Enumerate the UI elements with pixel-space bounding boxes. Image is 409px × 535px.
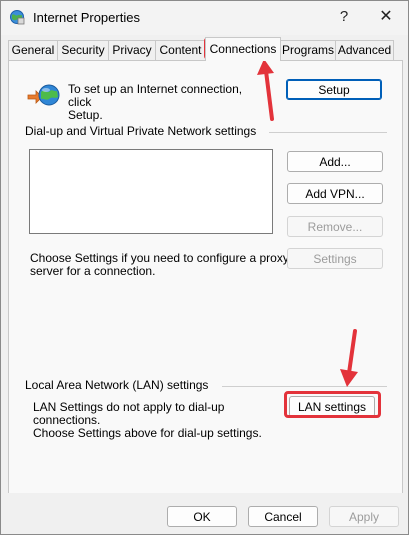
dialup-settings-button[interactable]: Settings: [287, 248, 383, 269]
apply-button[interactable]: Apply: [329, 506, 399, 527]
window-title: Internet Properties: [33, 10, 140, 25]
internet-properties-icon: [10, 10, 25, 25]
dialog-footer: OK Cancel Apply: [1, 493, 408, 534]
add-vpn-button[interactable]: Add VPN...: [287, 183, 383, 204]
proxy-description: Choose Settings if you need to configure…: [30, 251, 289, 278]
remove-button[interactable]: Remove...: [287, 216, 383, 237]
dialup-heading: Dial-up and Virtual Private Network sett…: [25, 124, 257, 138]
title-bar: Internet Properties ? ✕: [1, 1, 408, 35]
tab-security[interactable]: Security: [57, 40, 109, 60]
dialup-divider: [269, 132, 387, 133]
help-button[interactable]: ?: [329, 5, 359, 29]
ok-button[interactable]: OK: [167, 506, 237, 527]
internet-properties-window: Internet Properties ? ✕ General Security…: [0, 0, 409, 535]
close-button[interactable]: ✕: [371, 5, 401, 29]
add-button[interactable]: Add...: [287, 151, 383, 172]
lan-settings-highlight: [284, 391, 381, 418]
tab-advanced[interactable]: Advanced: [335, 40, 394, 60]
red-arrow-icon: [257, 59, 274, 121]
tab-strip: General Security Privacy Content Connect…: [8, 37, 402, 61]
globe-network-icon: [27, 84, 60, 106]
tab-programs[interactable]: Programs: [280, 40, 336, 60]
tab-privacy[interactable]: Privacy: [108, 40, 156, 60]
tab-general[interactable]: General: [8, 40, 58, 60]
cancel-button[interactable]: Cancel: [248, 506, 318, 527]
setup-description: To set up an Internet connection, click …: [68, 82, 243, 122]
lan-heading: Local Area Network (LAN) settings: [25, 378, 209, 392]
connections-panel: To set up an Internet connection, click …: [8, 60, 403, 494]
red-arrow-icon: [340, 329, 358, 387]
tab-content[interactable]: Content: [155, 40, 206, 60]
connections-list[interactable]: [29, 149, 273, 234]
tab-connections[interactable]: Connections: [205, 37, 281, 61]
setup-button[interactable]: Setup: [286, 79, 382, 100]
lan-description: LAN Settings do not apply to dial-up con…: [33, 400, 262, 440]
